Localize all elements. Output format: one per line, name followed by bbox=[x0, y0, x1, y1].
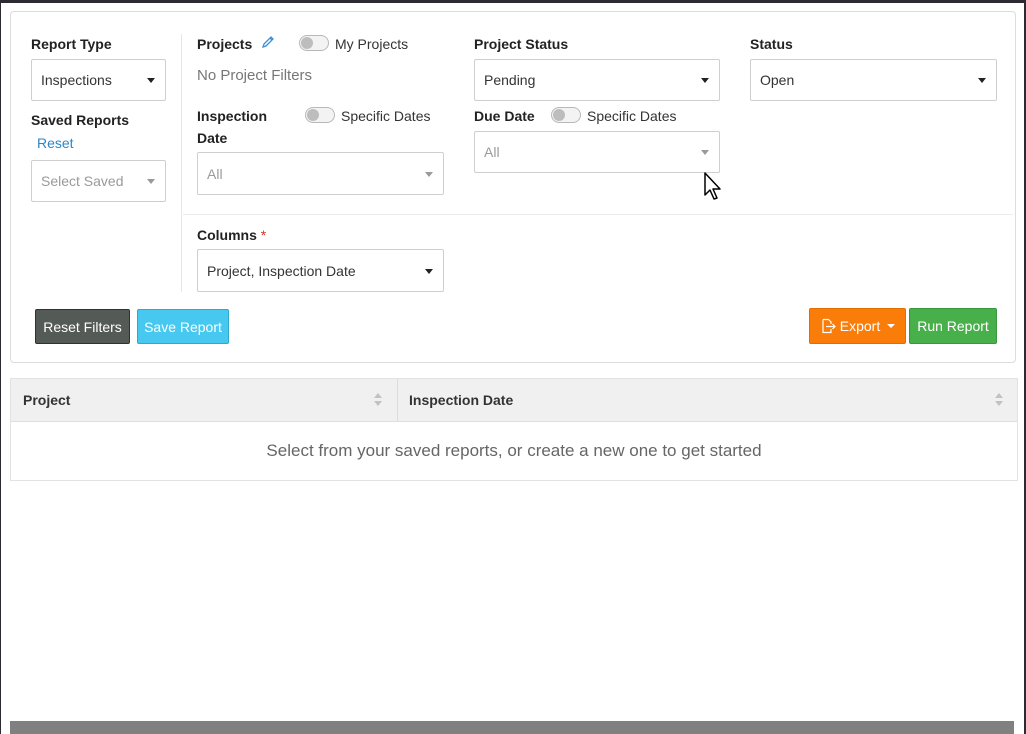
chevron-down-icon bbox=[147, 179, 155, 184]
my-projects-toggle[interactable] bbox=[299, 35, 329, 51]
inspection-date-label-line1: Inspection bbox=[197, 108, 268, 124]
filters-divider bbox=[181, 34, 182, 292]
projects-label: Projects bbox=[197, 36, 253, 52]
export-button[interactable]: Export bbox=[809, 308, 906, 344]
run-report-button[interactable]: Run Report bbox=[909, 308, 997, 344]
inspection-specific-dates-toggle[interactable] bbox=[305, 107, 335, 123]
no-project-filters-text: No Project Filters bbox=[197, 67, 313, 84]
due-date-label: Due Date bbox=[474, 108, 535, 124]
chevron-down-icon bbox=[425, 268, 433, 274]
saved-reports-placeholder: Select Saved bbox=[41, 173, 124, 189]
report-type-value: Inspections bbox=[41, 72, 112, 88]
table-header: Project Inspection Date bbox=[11, 379, 1017, 422]
due-date-specific-dates-label: Specific Dates bbox=[587, 108, 677, 124]
project-status-value: Pending bbox=[484, 72, 536, 88]
saved-reports-label: Saved Reports bbox=[31, 112, 130, 128]
save-report-button[interactable]: Save Report bbox=[137, 309, 229, 344]
columns-divider bbox=[183, 214, 1013, 215]
columns-value: Project, Inspection Date bbox=[207, 262, 356, 279]
due-date-select[interactable]: All bbox=[474, 131, 720, 173]
report-type-select[interactable]: Inspections bbox=[31, 59, 166, 101]
chevron-down-icon bbox=[701, 150, 709, 155]
columns-label-text: Columns bbox=[197, 227, 257, 243]
saved-reports-select[interactable]: Select Saved bbox=[31, 160, 166, 202]
column-header-project[interactable]: Project bbox=[11, 379, 397, 421]
inspection-date-select[interactable]: All bbox=[197, 152, 444, 195]
column-header-inspection-date[interactable]: Inspection Date bbox=[397, 379, 1017, 421]
mouse-cursor-icon bbox=[704, 172, 724, 207]
my-projects-toggle-label: My Projects bbox=[335, 36, 409, 52]
report-type-label: Report Type bbox=[31, 36, 112, 52]
inspection-date-label-line2: Date bbox=[197, 130, 228, 146]
chevron-down-icon bbox=[701, 78, 709, 83]
export-button-label: Export bbox=[839, 318, 881, 334]
window-top-border bbox=[0, 0, 1026, 3]
status-select[interactable]: Open bbox=[750, 59, 997, 101]
required-asterisk: * bbox=[260, 227, 267, 243]
reset-filters-button[interactable]: Reset Filters bbox=[35, 309, 130, 344]
chevron-down-icon bbox=[425, 171, 433, 177]
column-header-inspection-date-label: Inspection Date bbox=[409, 392, 514, 408]
horizontal-scrollbar[interactable] bbox=[10, 721, 1014, 734]
window-left-border bbox=[0, 0, 1, 734]
inspection-date-value: All bbox=[207, 165, 223, 182]
due-date-value: All bbox=[484, 144, 500, 160]
chevron-down-icon bbox=[147, 78, 155, 83]
chevron-down-icon bbox=[887, 324, 896, 328]
column-header-project-label: Project bbox=[23, 392, 71, 408]
file-export-icon bbox=[820, 318, 836, 334]
chevron-down-icon bbox=[978, 78, 986, 83]
status-label: Status bbox=[750, 36, 793, 52]
report-filters-panel: Report Type Inspections Saved Reports Re… bbox=[10, 11, 1016, 363]
project-status-label: Project Status bbox=[474, 36, 569, 52]
saved-reports-reset-link[interactable]: Reset bbox=[37, 135, 74, 151]
empty-table-message: Select from your saved reports, or creat… bbox=[266, 441, 762, 460]
columns-select[interactable]: Project, Inspection Date bbox=[197, 249, 444, 292]
inspection-specific-dates-label: Specific Dates bbox=[341, 108, 431, 124]
due-date-specific-dates-toggle[interactable] bbox=[551, 107, 581, 123]
columns-label: Columns * bbox=[197, 227, 266, 243]
pencil-icon[interactable] bbox=[261, 35, 275, 54]
report-results-table: Project Inspection Date Select from your… bbox=[10, 378, 1018, 481]
sort-icon[interactable] bbox=[374, 392, 382, 408]
project-status-select[interactable]: Pending bbox=[474, 59, 720, 101]
status-value: Open bbox=[760, 72, 795, 88]
sort-icon[interactable] bbox=[995, 392, 1003, 408]
